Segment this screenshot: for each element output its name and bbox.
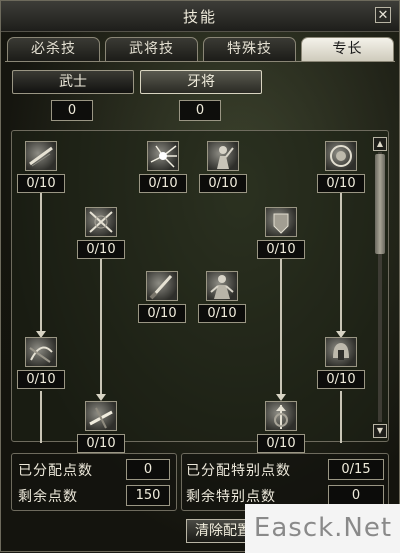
tree-bottom-spacer xyxy=(1,442,399,450)
skill-node[interactable]: 0/10 xyxy=(77,207,125,261)
stance-skill-icon xyxy=(206,271,238,301)
window-title: 技能 xyxy=(182,8,217,26)
tree-arrow xyxy=(96,394,106,401)
slash-skill-icon xyxy=(25,141,57,171)
title-bar[interactable]: 技能 ✕ xyxy=(1,1,399,32)
site-watermark: Easck.Net xyxy=(245,504,400,553)
category-captain-points: 0 xyxy=(179,100,221,121)
strike-skill-icon xyxy=(85,401,117,431)
category-samurai-button[interactable]: 武士 xyxy=(12,70,134,94)
tree-arrow xyxy=(276,394,286,401)
warrior-pose-skill-icon xyxy=(207,141,239,171)
skill-level: 0/10 xyxy=(17,370,65,389)
tree-connector xyxy=(40,185,42,335)
skill-node[interactable]: 0/10 xyxy=(317,337,365,391)
spear-skill-icon xyxy=(265,401,297,431)
tree-connector xyxy=(100,253,102,397)
skill-level: 0/10 xyxy=(138,304,186,323)
whirlwind-skill-icon xyxy=(25,337,57,367)
skill-level: 0/10 xyxy=(317,370,365,389)
skill-level: 0/10 xyxy=(317,174,365,193)
remaining-points-value: 150 xyxy=(126,485,170,506)
skill-level: 0/10 xyxy=(257,240,305,259)
tab-divider xyxy=(5,61,395,62)
tab-special[interactable]: 特殊技 xyxy=(203,37,296,61)
skill-tree-scrollbar[interactable]: ▲ ▼ xyxy=(372,132,388,441)
skill-level: 0/10 xyxy=(17,174,65,193)
scroll-down-button[interactable]: ▼ xyxy=(373,424,387,438)
skill-node[interactable]: 0/10 xyxy=(139,141,187,195)
medallion-skill-icon xyxy=(325,141,357,171)
skill-level: 0/10 xyxy=(139,174,187,193)
skill-node[interactable]: 0/10 xyxy=(257,207,305,261)
points-panel: 已分配点数 0 剩余点数 150 xyxy=(11,453,177,511)
scroll-up-button[interactable]: ▲ xyxy=(373,137,387,151)
special-remaining-value: 0 xyxy=(328,485,384,506)
helmet-skill-icon xyxy=(325,337,357,367)
skills-window: 技能 ✕ 必杀技 武将技 特殊技 专长 武士 牙将 0 0 0/10 0/10 … xyxy=(0,0,400,553)
category-samurai-points: 0 xyxy=(51,100,93,121)
burst-skill-icon xyxy=(147,141,179,171)
skill-level: 0/10 xyxy=(77,240,125,259)
close-button[interactable]: ✕ xyxy=(375,7,391,23)
blade-skill-icon xyxy=(146,271,178,301)
allocated-points-value: 0 xyxy=(126,459,170,480)
special-points-panel: 已分配特别点数 0/15 剩余特别点数 0 xyxy=(181,453,389,511)
tree-connector xyxy=(280,253,282,397)
skill-node[interactable]: 0/10 xyxy=(317,141,365,195)
skill-node[interactable]: 0/10 xyxy=(199,141,247,195)
special-allocated-value: 0/15 xyxy=(328,459,384,480)
tab-bar: 必杀技 武将技 特殊技 专长 xyxy=(1,37,399,61)
skill-node[interactable]: 0/10 xyxy=(198,271,246,325)
special-allocated-label: 已分配特别点数 xyxy=(186,463,291,479)
tree-connector xyxy=(40,391,42,443)
crossed-swords-skill-icon xyxy=(85,207,117,237)
skill-node[interactable]: 0/10 xyxy=(17,141,65,195)
skill-level: 0/10 xyxy=(198,304,246,323)
tree-connector xyxy=(340,391,342,443)
category-captain-button[interactable]: 牙将 xyxy=(140,70,262,94)
tab-specialty[interactable]: 专长 xyxy=(301,37,394,61)
tab-general[interactable]: 武将技 xyxy=(105,37,198,61)
skill-level: 0/10 xyxy=(199,174,247,193)
armor-skill-icon xyxy=(265,207,297,237)
skill-node[interactable]: 0/10 xyxy=(17,337,65,391)
allocated-points-label: 已分配点数 xyxy=(18,463,93,479)
skill-node[interactable]: 0/10 xyxy=(138,271,186,325)
special-remaining-label: 剩余特别点数 xyxy=(186,489,276,505)
tree-connector xyxy=(340,185,342,335)
tab-ultimate[interactable]: 必杀技 xyxy=(7,37,100,61)
scroll-thumb[interactable] xyxy=(375,154,385,254)
remaining-points-label: 剩余点数 xyxy=(18,489,78,505)
